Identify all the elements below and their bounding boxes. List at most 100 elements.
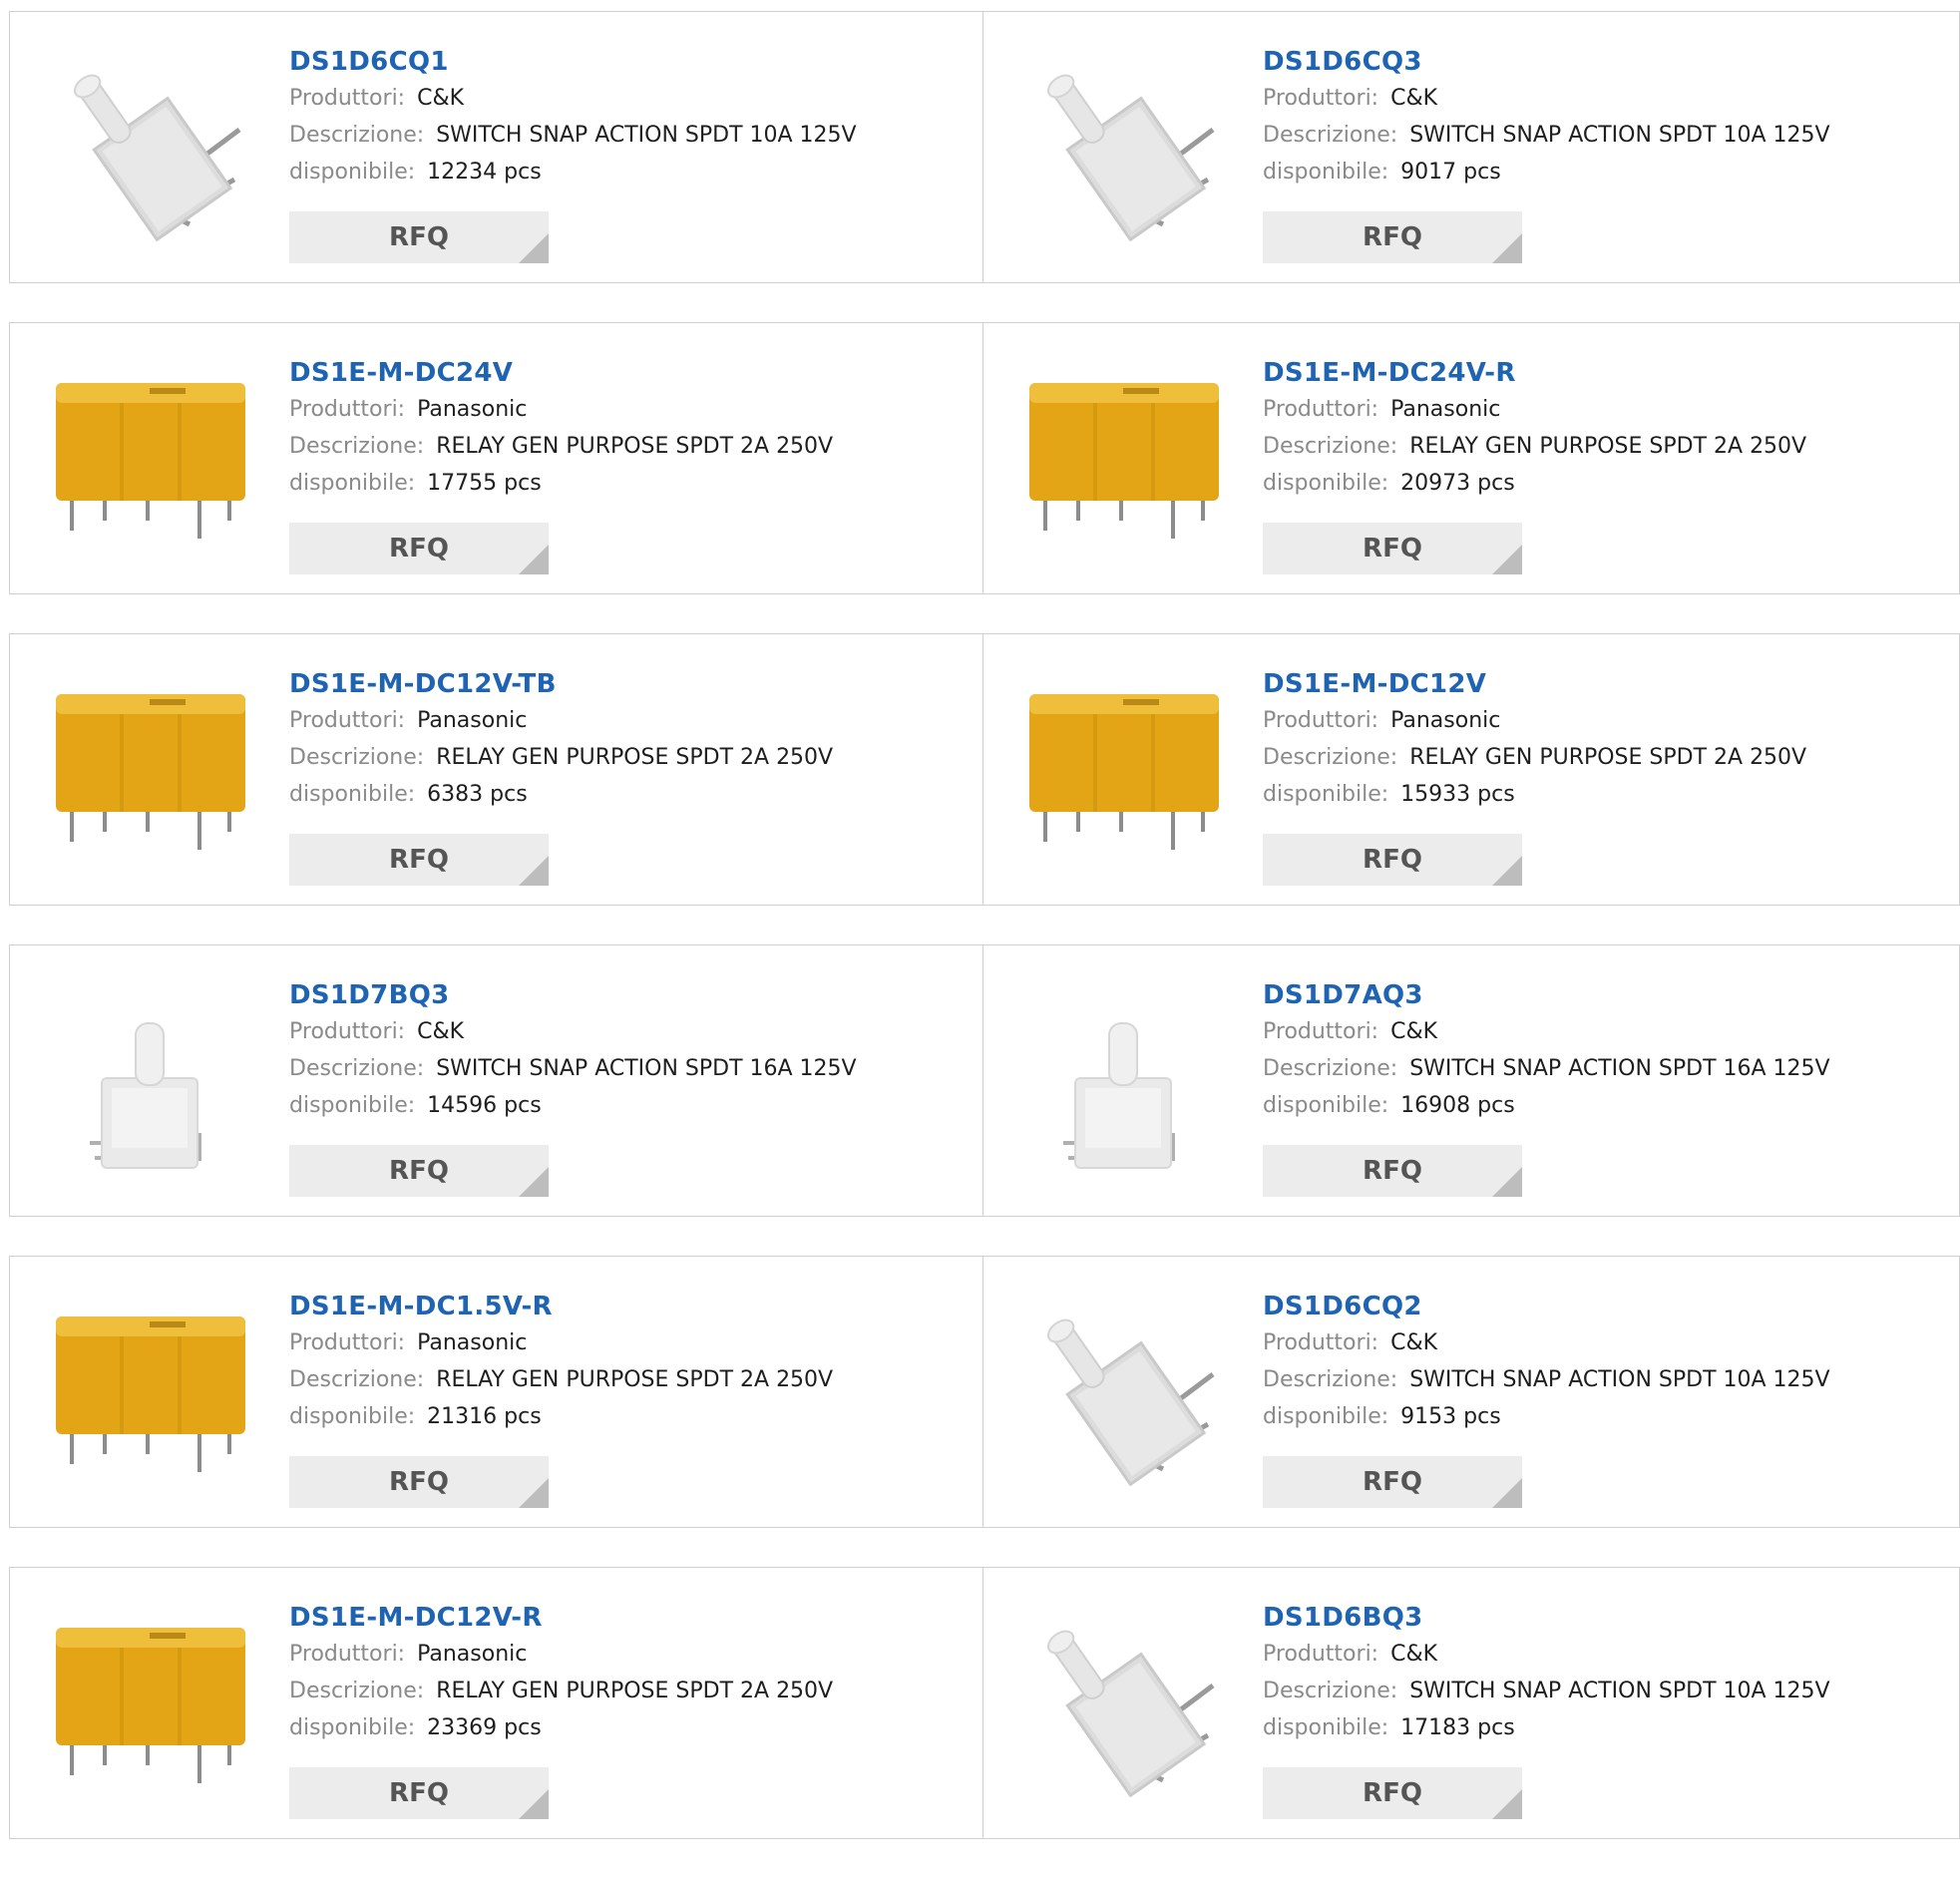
description-line: Descrizione: RELAY GEN PURPOSE SPDT 2A 25… (289, 739, 833, 776)
product-title-link[interactable]: DS1E-M-DC12V (1263, 666, 1806, 702)
availability-line: disponibile: 16908 pcs (1263, 1087, 1830, 1124)
corner-triangle-icon (1492, 1167, 1522, 1197)
manufacturer-value: C&K (1390, 1019, 1438, 1044)
product-title-link[interactable]: DS1D7BQ3 (289, 977, 857, 1013)
manufacturer-label: Produttori: (1263, 397, 1379, 422)
product-image[interactable] (50, 1295, 249, 1494)
manufacturer-label: Produttori: (289, 1330, 406, 1355)
availability-label: disponibile: (289, 160, 416, 185)
product-card: DS1D6BQ3 Produttori: C&K Descrizione: SWIT… (983, 1567, 1960, 1839)
rfq-button[interactable]: RFQ (1263, 211, 1522, 263)
product-image[interactable] (1023, 1606, 1223, 1805)
availability-value: 15933 pcs (1400, 782, 1515, 807)
product-image[interactable] (1023, 50, 1223, 249)
product-image[interactable] (1023, 983, 1223, 1183)
corner-triangle-icon (1492, 1478, 1522, 1508)
manufacturer-label: Produttori: (289, 1642, 406, 1667)
rfq-button[interactable]: RFQ (289, 1767, 549, 1819)
description-label: Descrizione: (289, 434, 425, 459)
manufacturer-label: Produttori: (289, 708, 406, 733)
product-title-link[interactable]: DS1D6CQ3 (1263, 44, 1830, 80)
product-image[interactable] (50, 983, 249, 1183)
rfq-label: RFQ (389, 534, 449, 563)
product-info: DS1D7AQ3 Produttori: C&K Descrizione: SWIT… (1263, 977, 1830, 1124)
availability-value: 12234 pcs (427, 160, 542, 185)
product-image[interactable] (50, 361, 249, 561)
product-title-link[interactable]: DS1D6CQ2 (1263, 1289, 1830, 1324)
rfq-button[interactable]: RFQ (1263, 1767, 1522, 1819)
availability-label: disponibile: (289, 782, 416, 807)
manufacturer-label: Produttori: (289, 397, 406, 422)
availability-label: disponibile: (289, 471, 416, 496)
rfq-button[interactable]: RFQ (289, 834, 549, 886)
product-info: DS1D6CQ2 Produttori: C&K Descrizione: SWIT… (1263, 1289, 1830, 1435)
rfq-button[interactable]: RFQ (1263, 523, 1522, 574)
corner-triangle-icon (519, 233, 549, 263)
product-title-link[interactable]: DS1E-M-DC24V-R (1263, 355, 1806, 391)
product-info: DS1D6CQ3 Produttori: C&K Descrizione: SWIT… (1263, 44, 1830, 190)
availability-label: disponibile: (1263, 471, 1389, 496)
product-title-link[interactable]: DS1E-M-DC12V-R (289, 1600, 833, 1636)
product-info: DS1D7BQ3 Produttori: C&K Descrizione: SWIT… (289, 977, 857, 1124)
rfq-button[interactable]: RFQ (1263, 1145, 1522, 1197)
product-row: DS1E-M-DC12V-TB Produttori: Panasonic Des… (9, 633, 1960, 906)
corner-triangle-icon (1492, 856, 1522, 886)
availability-label: disponibile: (289, 1404, 416, 1429)
rfq-label: RFQ (1363, 1467, 1422, 1497)
product-title-link[interactable]: DS1E-M-DC1.5V-R (289, 1289, 833, 1324)
switch-icon (90, 1022, 201, 1169)
product-image[interactable] (50, 672, 249, 872)
rfq-label: RFQ (1363, 534, 1422, 563)
description-value: SWITCH SNAP ACTION SPDT 10A 125V (1409, 1367, 1830, 1392)
manufacturer-line: Produttori: C&K (1263, 80, 1830, 117)
corner-triangle-icon (1492, 233, 1522, 263)
manufacturer-line: Produttori: C&K (1263, 1013, 1830, 1050)
relay-icon (56, 694, 245, 850)
product-card: DS1E-M-DC12V-TB Produttori: Panasonic Des… (9, 633, 983, 906)
product-title-link[interactable]: DS1E-M-DC24V (289, 355, 833, 391)
availability-label: disponibile: (1263, 782, 1389, 807)
manufacturer-line: Produttori: C&K (1263, 1636, 1830, 1673)
rfq-label: RFQ (389, 1778, 449, 1808)
rfq-button[interactable]: RFQ (1263, 1456, 1522, 1508)
product-image[interactable] (1023, 361, 1223, 561)
manufacturer-label: Produttori: (289, 86, 406, 111)
availability-line: disponibile: 15933 pcs (1263, 776, 1806, 813)
rfq-label: RFQ (389, 222, 449, 252)
corner-triangle-icon (519, 856, 549, 886)
availability-value: 23369 pcs (427, 1715, 542, 1740)
rfq-button[interactable]: RFQ (289, 211, 549, 263)
manufacturer-value: Panasonic (417, 397, 528, 422)
rfq-label: RFQ (1363, 222, 1422, 252)
rfq-button[interactable]: RFQ (289, 523, 549, 574)
product-card: DS1D6CQ3 Produttori: C&K Descrizione: SWIT… (983, 11, 1960, 283)
product-image[interactable] (50, 50, 249, 249)
rfq-button[interactable]: RFQ (289, 1145, 549, 1197)
rfq-button[interactable]: RFQ (289, 1456, 549, 1508)
product-info: DS1D6BQ3 Produttori: C&K Descrizione: SWIT… (1263, 1600, 1830, 1746)
rfq-button[interactable]: RFQ (1263, 834, 1522, 886)
product-title-link[interactable]: DS1D6BQ3 (1263, 1600, 1830, 1636)
product-card: DS1E-M-DC12V Produttori: Panasonic Descri… (983, 633, 1960, 906)
product-info: DS1E-M-DC12V-R Produttori: Panasonic Desc… (289, 1600, 833, 1746)
switch-icon (1063, 1022, 1175, 1169)
product-image[interactable] (50, 1606, 249, 1805)
product-info: DS1E-M-DC12V-TB Produttori: Panasonic Des… (289, 666, 833, 813)
availability-value: 9017 pcs (1400, 160, 1501, 185)
availability-value: 17755 pcs (427, 471, 542, 496)
product-row: DS1E-M-DC24V Produttori: Panasonic Descri… (9, 322, 1960, 594)
rfq-label: RFQ (1363, 1778, 1422, 1808)
availability-label: disponibile: (289, 1093, 416, 1118)
description-line: Descrizione: SWITCH SNAP ACTION SPDT 16A … (1263, 1050, 1830, 1087)
manufacturer-value: Panasonic (1390, 397, 1501, 422)
product-title-link[interactable]: DS1D6CQ1 (289, 44, 857, 80)
product-title-link[interactable]: DS1E-M-DC12V-TB (289, 666, 833, 702)
product-title-link[interactable]: DS1D7AQ3 (1263, 977, 1830, 1013)
availability-line: disponibile: 6383 pcs (289, 776, 833, 813)
availability-line: disponibile: 9017 pcs (1263, 154, 1830, 190)
product-image[interactable] (1023, 1295, 1223, 1494)
product-card: DS1D6CQ2 Produttori: C&K Descrizione: SWIT… (983, 1256, 1960, 1528)
product-image[interactable] (1023, 672, 1223, 872)
availability-label: disponibile: (1263, 1093, 1389, 1118)
description-label: Descrizione: (1263, 434, 1398, 459)
